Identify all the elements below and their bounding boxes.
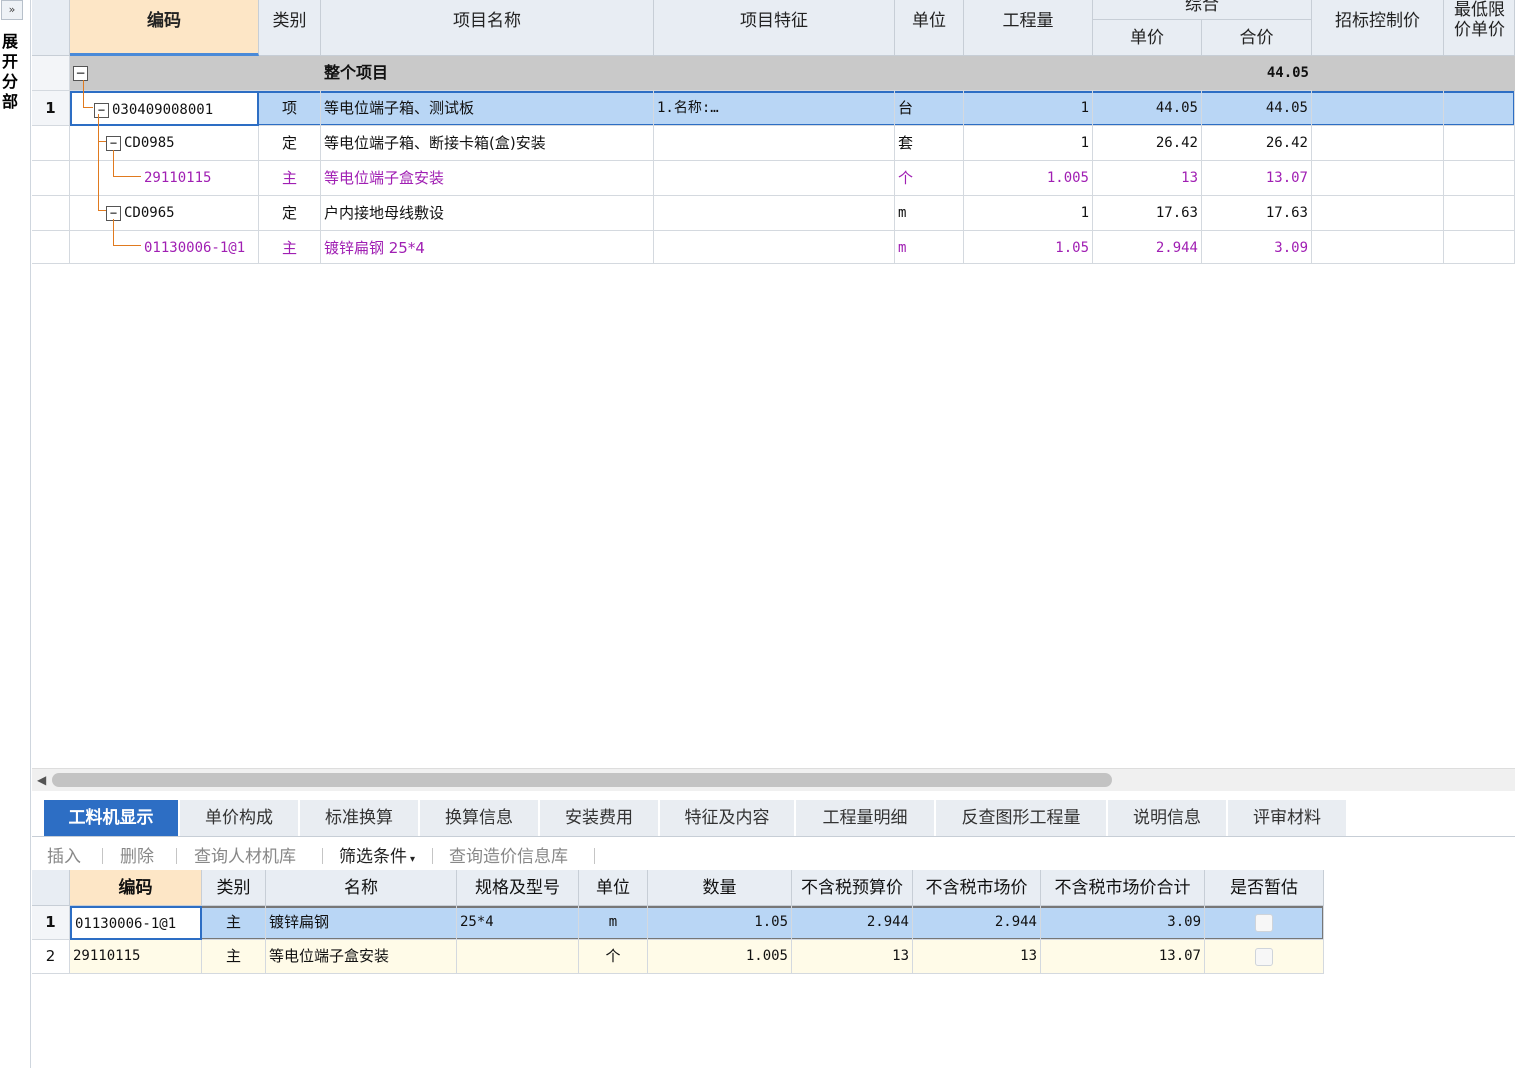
tab-review-materials[interactable]: 评审材料 — [1228, 800, 1347, 836]
control-price-header[interactable]: 招标控制价 — [1312, 0, 1444, 56]
tab-conversion-info[interactable]: 换算信息 — [420, 800, 539, 836]
detail-toolbar: 插入 删除 查询人材机库 筛选条件 ▾ 查询造价信息库 — [32, 838, 1515, 870]
query-price-info-button[interactable]: 查询造价信息库 — [449, 842, 568, 867]
tree-line — [98, 210, 106, 211]
tree-line — [98, 141, 106, 142]
left-strip: » 展开分部 — [0, 0, 31, 1068]
quantity-header[interactable]: 工程量 — [964, 0, 1093, 56]
tab-standard-conversion[interactable]: 标准换算 — [300, 800, 419, 836]
table-row[interactable]: − CD0985 定 等电位端子箱、断接卡箱(盒)安装 套 1 26.42 26.… — [32, 126, 1515, 161]
feature-header[interactable]: 项目特征 — [654, 0, 895, 56]
table-row[interactable]: 2 29110115 主 等电位端子盒安装 个 1.005 13 13 13.0… — [32, 940, 1324, 974]
table-row[interactable]: 1 01130006-1@1 主 镀锌扁钢 25*4 m 1.05 2.944 … — [32, 906, 1324, 940]
total-price-header[interactable]: 合价 — [1202, 20, 1312, 56]
table-row[interactable]: 01130006-1@1 主 镀锌扁钢 25*4 m 1.05 2.944 3.… — [32, 231, 1515, 264]
unit-price-header[interactable]: 单价 — [1093, 20, 1202, 56]
tab-reverse-graphic-quantity[interactable]: 反查图形工程量 — [936, 800, 1107, 836]
filter-conditions-dropdown[interactable]: 筛选条件 ▾ — [339, 842, 415, 867]
type-header[interactable]: 类别 — [202, 870, 266, 906]
collapse-toggle-icon[interactable]: − — [106, 135, 121, 151]
horizontal-scrollbar[interactable]: ◀ — [32, 768, 1515, 791]
table-row[interactable]: 29110115 主 等电位端子盒安装 个 1.005 13 13.07 — [32, 161, 1515, 196]
tree-line — [113, 176, 141, 177]
tree-line — [113, 150, 114, 177]
delete-button[interactable]: 删除 — [120, 842, 154, 867]
tree-line — [113, 219, 114, 246]
unit-header[interactable]: 单位 — [895, 0, 964, 56]
code-header[interactable]: 编码 — [70, 870, 202, 906]
provisional-header[interactable]: 是否暂估 — [1205, 870, 1324, 906]
query-resource-library-button[interactable]: 查询人材机库 — [194, 842, 296, 867]
unit-header[interactable]: 单位 — [579, 870, 648, 906]
detail-tabs: 工料机显示 单价构成 标准换算 换算信息 安装费用 特征及内容 工程量明细 反查… — [32, 796, 1515, 837]
tab-features-content[interactable]: 特征及内容 — [660, 800, 795, 836]
market-total-header[interactable]: 不含税市场价合计 — [1041, 870, 1205, 906]
collapse-toggle-icon[interactable]: − — [73, 66, 88, 81]
code-header[interactable]: 编码 — [70, 0, 259, 56]
type-header[interactable]: 类别 — [259, 0, 321, 56]
tab-labor-material-machine[interactable]: 工料机显示 — [44, 800, 179, 836]
provisional-checkbox[interactable] — [1255, 913, 1273, 932]
expand-sections-label[interactable]: 展开分部 — [2, 32, 20, 112]
budget-price-header[interactable]: 不含税预算价 — [792, 870, 913, 906]
scrollbar-thumb[interactable] — [52, 773, 1112, 787]
materials-grid: 编码 类别 名称 规格及型号 单位 数量 不含税预算价 不含税市场价 不含税市场… — [32, 870, 1324, 975]
summary-row[interactable]: − 整个项目 44.05 — [32, 56, 1515, 91]
item-code: 030409008001 — [112, 102, 214, 118]
tab-quantity-details[interactable]: 工程量明细 — [796, 800, 935, 836]
table-row[interactable]: 1 −030409008001 项 等电位端子箱、测试板 1.名称:… 台 1 … — [32, 91, 1515, 126]
bill-items-grid: 编码 类别 项目名称 项目特征 单位 工程量 综合 单价 合价 招标控制价 最低… — [32, 0, 1515, 264]
rownum-header — [32, 0, 70, 56]
tree-line — [83, 107, 93, 108]
tree-line — [113, 245, 141, 246]
tree-line — [83, 80, 84, 108]
insert-button[interactable]: 插入 — [47, 842, 81, 867]
scroll-left-icon[interactable]: ◀ — [37, 773, 46, 787]
summary-label: 整个项目 — [321, 56, 654, 91]
tree-line — [98, 141, 99, 211]
spec-header[interactable]: 规格及型号 — [457, 870, 579, 906]
tab-installation-fees[interactable]: 安装费用 — [540, 800, 659, 836]
tree-line — [98, 114, 99, 142]
dropdown-arrow-icon: ▾ — [410, 854, 416, 865]
summary-total: 44.05 — [1202, 56, 1312, 91]
provisional-checkbox[interactable] — [1255, 947, 1273, 966]
min-limit-header[interactable]: 最低限价单价 — [1444, 0, 1515, 56]
composite-header[interactable]: 综合 — [1093, 0, 1312, 20]
qty-header[interactable]: 数量 — [648, 870, 792, 906]
market-price-header[interactable]: 不含税市场价 — [913, 870, 1041, 906]
table-row[interactable]: − CD0965 定 户内接地母线敷设 m 1 17.63 17.63 — [32, 196, 1515, 231]
name-header[interactable]: 项目名称 — [321, 0, 654, 56]
tab-unit-price-composition[interactable]: 单价构成 — [180, 800, 299, 836]
collapse-toggle-icon[interactable]: − — [94, 102, 109, 118]
name-header[interactable]: 名称 — [266, 870, 457, 906]
expand-panel-button[interactable]: » — [1, 0, 23, 20]
tab-description-info[interactable]: 说明信息 — [1108, 800, 1227, 836]
